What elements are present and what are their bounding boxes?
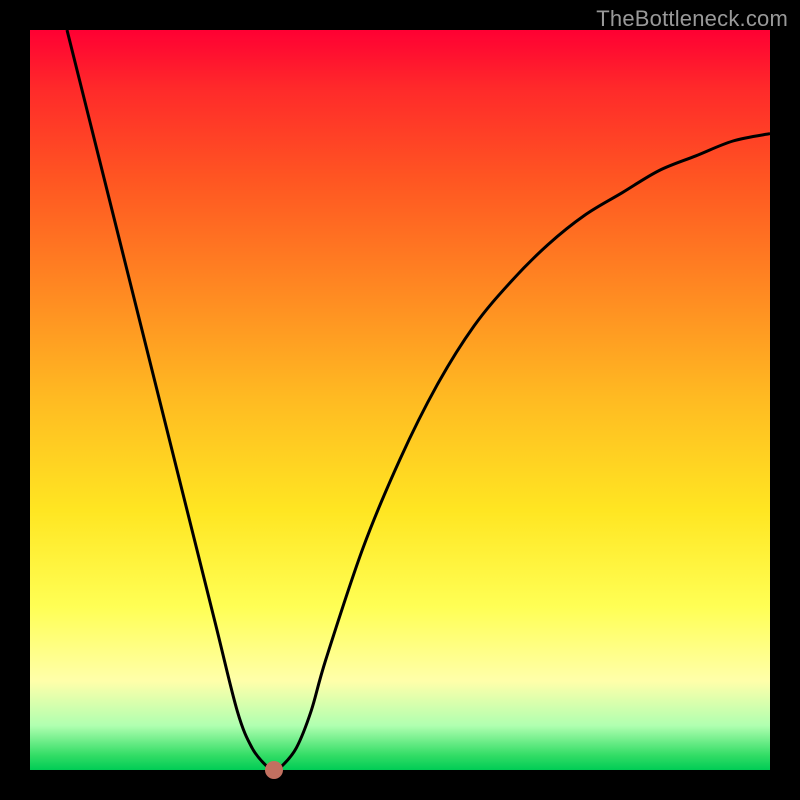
optimal-point-marker — [265, 761, 283, 779]
watermark-text: TheBottleneck.com — [596, 6, 788, 32]
curve-svg — [30, 30, 770, 770]
plot-area — [30, 30, 770, 770]
bottleneck-curve — [67, 30, 770, 770]
